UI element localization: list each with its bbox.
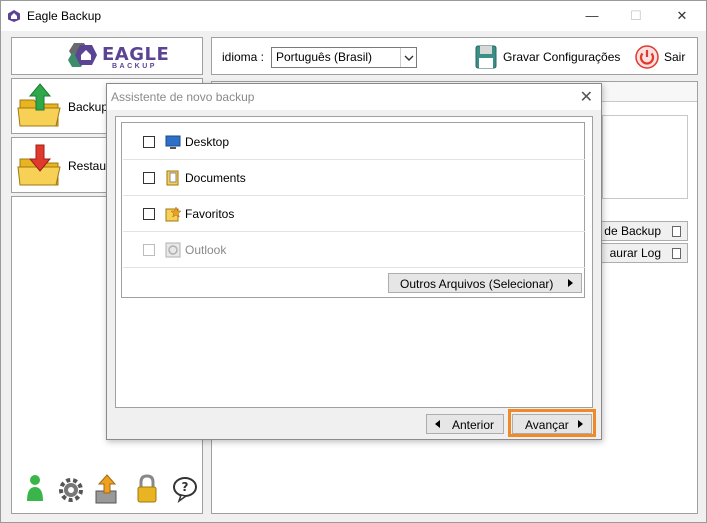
- language-select[interactable]: Português (Brasil): [271, 47, 417, 68]
- logo-subtitle: BACKUP: [112, 63, 157, 70]
- button-label: Anterior: [452, 418, 495, 432]
- language-label: idioma :: [222, 50, 265, 64]
- outlook-checkbox: [143, 244, 155, 256]
- folder-label: Documents: [185, 171, 246, 185]
- favorites-checkbox[interactable]: [143, 208, 155, 220]
- desktop-icon: [165, 135, 181, 149]
- dialog-content: Desktop Documents Favoritos Outlook Outr…: [115, 116, 593, 408]
- top-bar: idioma : Português (Brasil) Gravar Confi…: [211, 37, 698, 75]
- document-icon: [672, 248, 681, 259]
- minimize-button[interactable]: —: [577, 5, 607, 27]
- outlook-icon: [165, 242, 181, 258]
- button-label: aurar Log: [609, 246, 661, 260]
- app-logo-icon: [8, 10, 20, 22]
- next-button-highlight: [508, 409, 596, 437]
- dialog-title-bar: Assistente de novo backup ✕: [107, 84, 601, 110]
- power-icon[interactable]: [635, 45, 659, 69]
- bottom-toolbar: ?: [11, 473, 203, 509]
- folder-row-outlook: Outlook: [123, 232, 585, 268]
- sidebar-item-label: Backup: [68, 100, 109, 114]
- maximize-button[interactable]: ☐: [621, 5, 651, 27]
- folder-label: Outlook: [185, 243, 227, 257]
- window-title: Eagle Backup: [27, 9, 102, 23]
- button-label: Outros Arquivos (Selecionar): [400, 277, 554, 291]
- chevron-down-icon: [400, 48, 416, 67]
- document-icon: [672, 226, 681, 237]
- sidebar-item-label: Restau: [68, 159, 107, 173]
- documents-checkbox[interactable]: [143, 172, 155, 184]
- lock-icon[interactable]: [133, 473, 161, 505]
- save-settings-button[interactable]: Gravar Configurações: [503, 50, 620, 64]
- close-button[interactable]: ✕: [667, 5, 697, 27]
- language-select-value: Português (Brasil): [276, 50, 373, 64]
- user-icon[interactable]: [21, 473, 49, 505]
- folder-row-desktop[interactable]: Desktop: [123, 124, 585, 160]
- favorites-icon: [165, 206, 181, 222]
- title-bar: Eagle Backup — ☐ ✕: [1, 1, 706, 31]
- arrow-left-icon: [435, 420, 440, 428]
- folder-row-documents[interactable]: Documents: [123, 160, 585, 196]
- documents-icon: [166, 170, 179, 186]
- restore-log-button[interactable]: aurar Log: [594, 243, 688, 263]
- backup-log-button[interactable]: de Backup: [594, 221, 688, 241]
- folder-upload-icon: [17, 83, 61, 127]
- other-files-button[interactable]: Outros Arquivos (Selecionar): [388, 273, 582, 293]
- info-box: [602, 115, 688, 199]
- logo-name: EAGLE: [102, 44, 170, 65]
- button-label: de Backup: [604, 224, 661, 238]
- folder-row-favoritos[interactable]: Favoritos: [123, 196, 585, 232]
- gear-icon[interactable]: [57, 473, 85, 505]
- folder-label: Favoritos: [185, 207, 235, 221]
- dialog-title: Assistente de novo backup: [111, 90, 255, 104]
- folder-list: Desktop Documents Favoritos Outlook Outr…: [121, 122, 585, 298]
- back-button[interactable]: Anterior: [426, 414, 504, 434]
- save-disk-icon[interactable]: [474, 44, 498, 70]
- help-icon[interactable]: ?: [171, 473, 199, 505]
- folder-label: Desktop: [185, 135, 230, 149]
- new-backup-dialog: Assistente de novo backup ✕ Desktop Docu…: [106, 83, 602, 440]
- app-window: Eagle Backup — ☐ ✕ EAGLE BACKUP Backup R…: [0, 0, 707, 523]
- desktop-checkbox[interactable]: [143, 136, 155, 148]
- logo-panel: EAGLE BACKUP: [11, 37, 203, 75]
- svg-text:?: ?: [182, 480, 189, 494]
- dialog-close-button[interactable]: ✕: [580, 87, 593, 107]
- exit-button[interactable]: Sair: [664, 50, 685, 64]
- eagle-logo-icon: [68, 43, 97, 67]
- arrow-right-icon: [568, 279, 573, 287]
- folder-download-icon: [17, 144, 61, 186]
- export-icon[interactable]: [93, 473, 121, 505]
